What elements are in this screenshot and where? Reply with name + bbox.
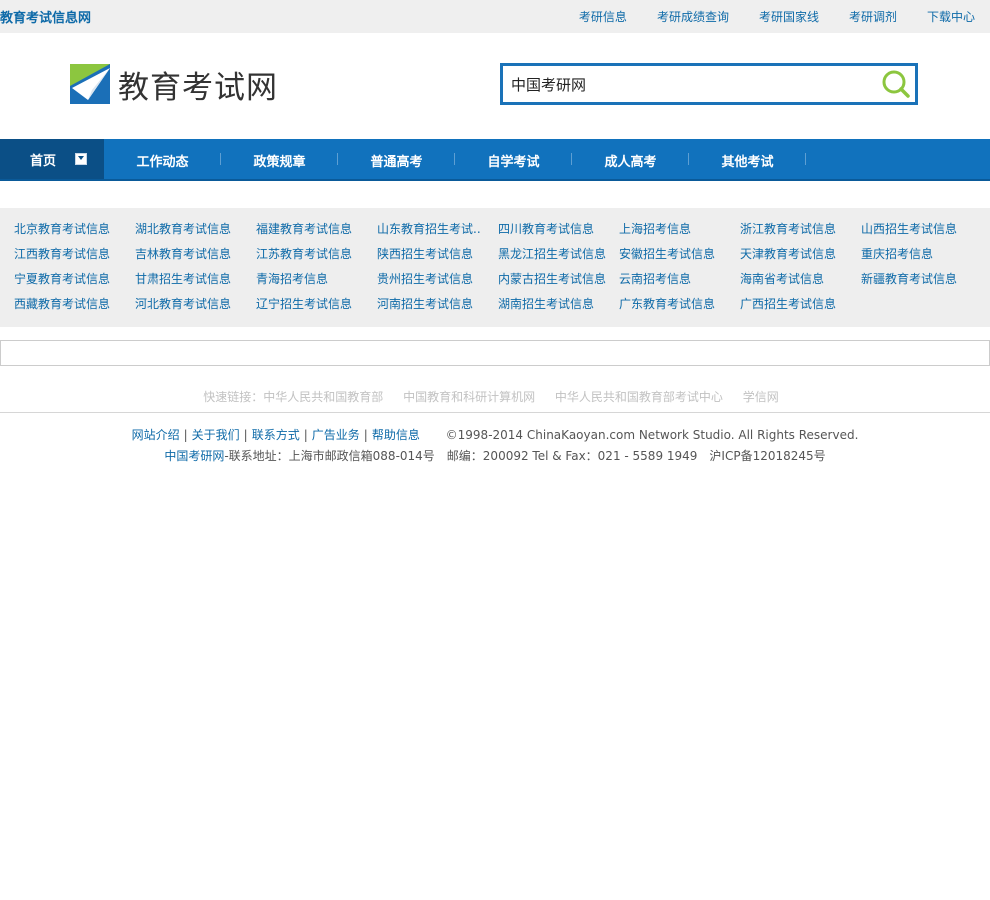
paper-plane-logo-icon bbox=[70, 64, 110, 104]
nav-item-label: 其他考试 bbox=[721, 155, 774, 170]
site-name[interactable]: 教育考试信息网 bbox=[0, 7, 91, 26]
province-link[interactable]: 宁夏教育考试信息 bbox=[14, 271, 122, 296]
province-link[interactable]: 安徽招生考试信息 bbox=[619, 246, 727, 271]
province-link[interactable]: 福建教育考试信息 bbox=[256, 221, 364, 246]
province-link[interactable]: 青海招考信息 bbox=[256, 271, 364, 296]
main-nav: 首页 工作动态 政策规章 普通高考 自学考试 成人高考 其他考试 bbox=[0, 139, 990, 181]
nav-item-policy[interactable]: 政策规章 bbox=[221, 139, 338, 179]
nav-item-label: 自学考试 bbox=[487, 155, 540, 170]
top-link-download[interactable]: 下载中心 bbox=[927, 8, 975, 25]
footer-links-row: 网站介绍 | 关于我们 | 联系方式 | 广告业务 | 帮助信息 ©1998-2014 Chin… bbox=[0, 426, 990, 443]
empty-content-box bbox=[0, 340, 990, 366]
province-link[interactable]: 广东教育考试信息 bbox=[619, 296, 727, 321]
footer-link-contact[interactable]: 联系方式 bbox=[252, 428, 300, 442]
footer-address-row: 中国考研网-联系地址：上海市邮政信箱088-014号 邮编：200092 Tel… bbox=[0, 447, 990, 464]
site-logo[interactable]: 教育考试网 bbox=[70, 63, 290, 106]
province-link[interactable]: 湖北教育考试信息 bbox=[135, 221, 243, 246]
province-link[interactable]: 贵州招生考试信息 bbox=[377, 271, 485, 296]
nav-item-adult-exam[interactable]: 成人高考 bbox=[572, 139, 689, 179]
province-link[interactable]: 辽宁招生考试信息 bbox=[256, 296, 364, 321]
top-links: 考研信息 考研成绩查询 考研国家线 考研调剂 下载中心 bbox=[549, 8, 975, 25]
province-link[interactable]: 湖南招生考试信息 bbox=[498, 296, 606, 321]
footer-address: -联系地址：上海市邮政信箱088-014号 邮编：200092 Tel & Fa… bbox=[224, 449, 826, 463]
province-link[interactable]: 上海招考信息 bbox=[619, 221, 727, 246]
top-link-kaoyan-info[interactable]: 考研信息 bbox=[579, 8, 627, 25]
province-link[interactable]: 河北教育考试信息 bbox=[135, 296, 243, 321]
province-link[interactable]: 海南省考试信息 bbox=[740, 271, 848, 296]
footer-brand-link[interactable]: 中国考研网 bbox=[164, 449, 224, 463]
province-link[interactable]: 甘肃招生考试信息 bbox=[135, 271, 243, 296]
footer-link-ads[interactable]: 广告业务 bbox=[312, 428, 360, 442]
province-link[interactable]: 黑龙江招生考试信息 bbox=[498, 246, 606, 271]
province-link[interactable]: 北京教育考试信息 bbox=[14, 221, 122, 246]
footer-separator: | bbox=[303, 428, 308, 442]
nav-item-label: 成人高考 bbox=[604, 155, 657, 170]
nav-item-label: 政策规章 bbox=[253, 155, 306, 170]
footer-separator: | bbox=[243, 428, 248, 442]
nav-home[interactable]: 首页 bbox=[0, 139, 104, 179]
nav-item-self-study[interactable]: 自学考试 bbox=[455, 139, 572, 179]
footer-divider bbox=[0, 412, 990, 413]
province-link[interactable]: 西藏教育考试信息 bbox=[14, 296, 122, 321]
province-link[interactable]: 内蒙古招生考试信息 bbox=[498, 271, 606, 296]
quick-link-neea[interactable]: 中华人民共和国教育部考试中心 bbox=[555, 390, 723, 404]
province-link[interactable]: 江苏教育考试信息 bbox=[256, 246, 364, 271]
province-link[interactable]: 四川教育考试信息 bbox=[498, 221, 606, 246]
nav-items: 工作动态 政策规章 普通高考 自学考试 成人高考 其他考试 bbox=[104, 139, 806, 179]
quick-links-label: 快速链接： bbox=[203, 390, 264, 404]
nav-item-other-exams[interactable]: 其他考试 bbox=[689, 139, 806, 179]
search-box bbox=[500, 63, 918, 105]
top-link-adjustment[interactable]: 考研调剂 bbox=[849, 8, 897, 25]
top-bar: 教育考试信息网 考研信息 考研成绩查询 考研国家线 考研调剂 下载中心 bbox=[0, 0, 990, 33]
nav-home-label: 首页 bbox=[30, 154, 57, 169]
search-input[interactable] bbox=[511, 72, 871, 96]
chevron-down-icon[interactable] bbox=[75, 153, 87, 165]
province-link[interactable]: 河南招生考试信息 bbox=[377, 296, 485, 321]
copyright-text: ©1998-2014 ChinaKaoyan.com Network Studi… bbox=[445, 428, 859, 442]
province-link[interactable]: 重庆招考信息 bbox=[861, 246, 969, 271]
province-link[interactable]: 山东教育招生考试.. bbox=[377, 221, 485, 246]
nav-item-work-news[interactable]: 工作动态 bbox=[104, 139, 221, 179]
footer-link-about-us[interactable]: 关于我们 bbox=[192, 428, 240, 442]
nav-item-label: 工作动态 bbox=[136, 155, 189, 170]
province-links-panel: 北京教育考试信息 湖北教育考试信息 福建教育考试信息 山东教育招生考试.. 四川… bbox=[0, 208, 990, 327]
quick-link-cernet[interactable]: 中国教育和科研计算机网 bbox=[403, 390, 535, 404]
footer-link-help[interactable]: 帮助信息 bbox=[372, 428, 420, 442]
province-link[interactable]: 云南招考信息 bbox=[619, 271, 727, 296]
province-link[interactable]: 天津教育考试信息 bbox=[740, 246, 848, 271]
quick-link-chsi[interactable]: 学信网 bbox=[743, 390, 779, 404]
province-link[interactable]: 浙江教育考试信息 bbox=[740, 221, 848, 246]
province-link[interactable]: 陕西招生考试信息 bbox=[377, 246, 485, 271]
logo-text: 教育考试网 bbox=[118, 69, 278, 106]
nav-item-label: 普通高考 bbox=[370, 155, 423, 170]
search-icon[interactable] bbox=[881, 69, 911, 99]
footer-separator: | bbox=[183, 428, 188, 442]
nav-item-gaokao[interactable]: 普通高考 bbox=[338, 139, 455, 179]
footer-link-about-site[interactable]: 网站介绍 bbox=[132, 428, 180, 442]
nav-separator bbox=[805, 153, 806, 165]
footer-separator: | bbox=[363, 428, 368, 442]
quick-link-moe[interactable]: 中华人民共和国教育部 bbox=[263, 390, 383, 404]
page: 教育考试信息网 考研信息 考研成绩查询 考研国家线 考研调剂 下载中心 教育考试… bbox=[0, 0, 990, 900]
top-link-score-query[interactable]: 考研成绩查询 bbox=[657, 8, 729, 25]
province-link[interactable]: 广西招生考试信息 bbox=[740, 296, 848, 321]
province-link[interactable]: 江西教育考试信息 bbox=[14, 246, 122, 271]
province-link[interactable]: 新疆教育考试信息 bbox=[861, 271, 969, 296]
quick-links: 快速链接：中华人民共和国教育部 中国教育和科研计算机网 中华人民共和国教育部考试… bbox=[0, 388, 990, 405]
top-link-national-line[interactable]: 考研国家线 bbox=[759, 8, 819, 25]
province-grid: 北京教育考试信息 湖北教育考试信息 福建教育考试信息 山东教育招生考试.. 四川… bbox=[14, 221, 990, 321]
province-link[interactable]: 吉林教育考试信息 bbox=[135, 246, 243, 271]
province-link[interactable]: 山西招生考试信息 bbox=[861, 221, 969, 246]
